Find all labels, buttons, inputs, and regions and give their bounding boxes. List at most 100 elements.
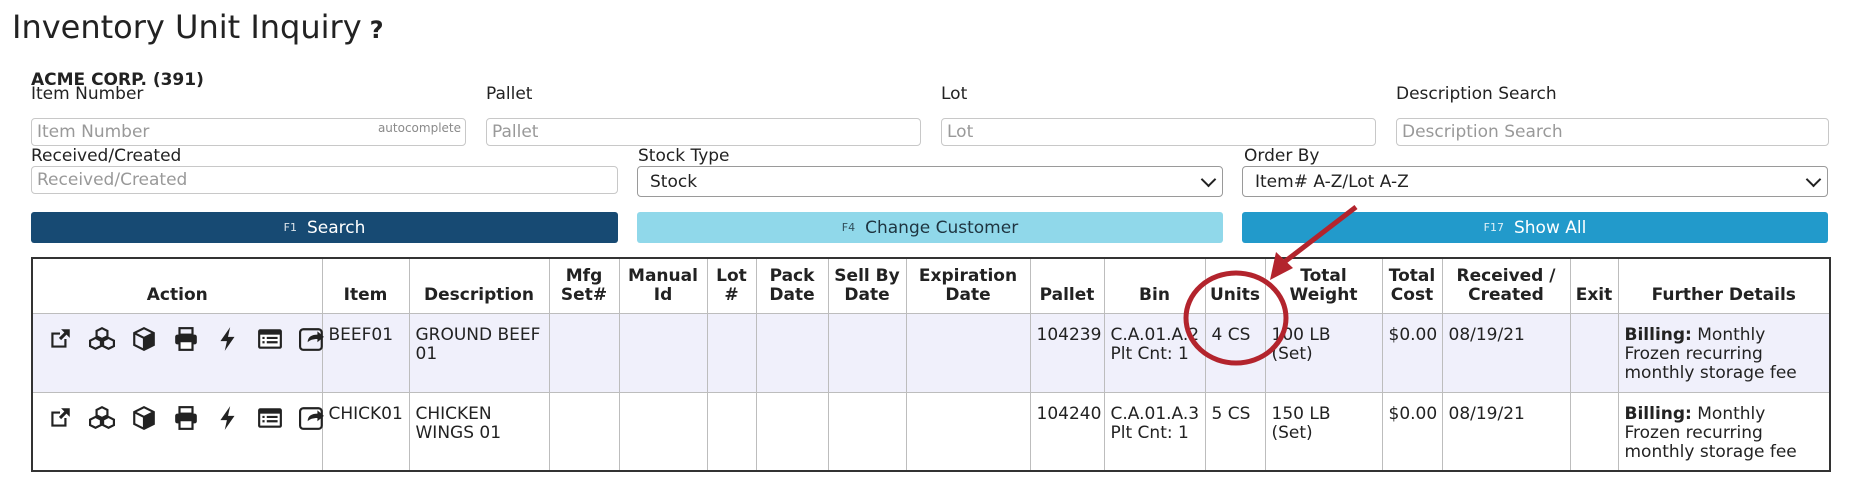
col-mfg-set-line1: Mfg — [565, 265, 603, 286]
row-actions — [31, 312, 325, 393]
col-expiration-line2: Date — [945, 284, 991, 305]
col-total-weight[interactable]: Total Weight — [1264, 257, 1383, 314]
cell-mfg-set — [548, 312, 620, 393]
cell-pack-date — [755, 391, 829, 472]
col-expiration-date[interactable]: Expiration Date — [905, 257, 1031, 314]
stock-type-select[interactable]: Stock — [637, 166, 1223, 197]
pallet-count: Plt Cnt: 1 — [1110, 343, 1189, 364]
col-manual-id[interactable]: Manual Id — [618, 257, 708, 314]
external-link-icon[interactable] — [47, 326, 73, 352]
show-all-shortcut-key: F17 — [1483, 221, 1504, 234]
order-by-select[interactable]: Item# A-Z/Lot A-Z — [1242, 166, 1828, 197]
change-customer-button[interactable]: F4 Change Customer — [637, 212, 1223, 243]
col-description[interactable]: Description — [408, 257, 550, 314]
col-units[interactable]: Units — [1204, 257, 1266, 314]
chevron-down-icon — [1805, 171, 1822, 188]
table-row: BEEF01 GROUND BEEF 01 104239 C.A.01.A.2 P… — [31, 312, 1831, 393]
col-total-cost[interactable]: Total Cost — [1381, 257, 1443, 314]
show-all-button[interactable]: F17 Show All — [1242, 212, 1828, 243]
change-customer-button-label: Change Customer — [865, 217, 1019, 238]
order-by-value: Item# A-Z/Lot A-Z — [1255, 172, 1409, 192]
cell-units: 5 CS — [1204, 391, 1266, 472]
cell-item: BEEF01 — [321, 312, 410, 393]
lot-label: Lot — [941, 84, 968, 104]
table-row: CHICK01 CHICKEN WINGS 01 104240 C.A.01.A… — [31, 391, 1831, 472]
col-lot-line1: Lot — [716, 265, 747, 286]
cell-bin: C.A.01.A.3 Plt Cnt: 1 — [1103, 391, 1206, 472]
bolt-icon[interactable] — [215, 405, 241, 431]
cell-total-cost: $0.00 — [1381, 391, 1443, 472]
inventory-table: Action Item Description Mfg Set# Manual Id… — [31, 257, 1831, 472]
cell-sell-by — [827, 312, 907, 393]
bin-location: C.A.01.A.3 — [1110, 403, 1200, 424]
cell-description: CHICKEN WINGS 01 — [408, 391, 550, 472]
cell-item: CHICK01 — [321, 391, 410, 472]
share-icon[interactable] — [299, 326, 325, 352]
item-number-input[interactable]: Item Number autocomplete — [31, 118, 466, 146]
col-mfg-set-line2: Set# — [560, 284, 608, 305]
search-button-label: Search — [306, 217, 366, 238]
cell-sell-by — [827, 391, 907, 472]
col-action: Action — [31, 257, 323, 314]
list-icon[interactable] — [257, 326, 283, 352]
col-exit[interactable]: Exit — [1569, 257, 1619, 314]
change-customer-shortcut-key: F4 — [841, 221, 856, 234]
col-received-line2: Created — [1468, 284, 1544, 305]
autocomplete-hint: autocomplete — [377, 121, 461, 135]
page-title: Inventory Unit Inquiry? — [12, 8, 384, 46]
cell-further-details: Billing: Monthly Frozen recurring monthl… — [1617, 312, 1831, 393]
col-manual-id-line1: Manual — [628, 265, 698, 286]
stock-type-label: Stock Type — [638, 146, 730, 166]
pallet-count: Plt Cnt: 1 — [1110, 422, 1189, 443]
table-header-row: Action Item Description Mfg Set# Manual Id… — [31, 257, 1831, 314]
list-icon[interactable] — [257, 405, 283, 431]
boxes-icon[interactable] — [89, 405, 115, 431]
col-lot[interactable]: Lot # — [706, 257, 757, 314]
order-by-label: Order By — [1244, 146, 1320, 166]
pallet-placeholder: Pallet — [492, 122, 539, 142]
external-link-icon[interactable] — [47, 405, 73, 431]
search-button[interactable]: F1 Search — [31, 212, 618, 243]
search-shortcut-key: F1 — [283, 221, 297, 234]
pallet-input[interactable]: Pallet — [486, 118, 921, 146]
help-icon[interactable]: ? — [370, 16, 384, 44]
col-pack-date[interactable]: Pack Date — [755, 257, 829, 314]
cell-expiration — [905, 391, 1031, 472]
cell-description: GROUND BEEF 01 — [408, 312, 550, 393]
col-further-details: Further Details — [1617, 257, 1831, 314]
box-icon[interactable] — [131, 326, 157, 352]
cell-exit — [1569, 312, 1619, 393]
details-label: Billing: — [1624, 324, 1692, 345]
col-pack-date-line2: Date — [769, 284, 815, 305]
lot-input[interactable]: Lot — [941, 118, 1376, 146]
cell-further-details: Billing: Monthly Frozen recurring monthl… — [1617, 391, 1831, 472]
description-search-input[interactable]: Description Search — [1396, 118, 1829, 146]
cell-pallet: 104240 — [1029, 391, 1105, 472]
col-sell-by-line1: Sell By — [834, 265, 900, 286]
col-lot-line2: # — [724, 284, 739, 305]
col-mfg-set[interactable]: Mfg Set# — [548, 257, 620, 314]
bolt-icon[interactable] — [215, 326, 241, 352]
col-pallet[interactable]: Pallet — [1029, 257, 1105, 314]
received-created-placeholder: Received/Created — [37, 170, 188, 190]
cell-exit — [1569, 391, 1619, 472]
col-item[interactable]: Item — [321, 257, 410, 314]
col-received-line1: Received / — [1456, 265, 1556, 286]
received-created-input[interactable]: Received/Created — [31, 166, 618, 194]
description-search-placeholder: Description Search — [1402, 122, 1563, 142]
print-icon[interactable] — [173, 326, 199, 352]
col-bin[interactable]: Bin — [1103, 257, 1206, 314]
col-sell-by-date[interactable]: Sell By Date — [827, 257, 907, 314]
col-total-cost-line1: Total — [1388, 265, 1436, 286]
cell-bin: C.A.01.A.2 Plt Cnt: 1 — [1103, 312, 1206, 393]
col-received-created[interactable]: Received / Created — [1441, 257, 1571, 314]
stock-type-value: Stock — [650, 172, 698, 192]
description-search-label: Description Search — [1396, 84, 1557, 104]
print-icon[interactable] — [173, 405, 199, 431]
share-icon[interactable] — [299, 405, 325, 431]
lot-placeholder: Lot — [947, 122, 974, 142]
boxes-icon[interactable] — [89, 326, 115, 352]
box-icon[interactable] — [131, 405, 157, 431]
chevron-down-icon — [1200, 171, 1217, 188]
details-label: Billing: — [1624, 403, 1692, 424]
